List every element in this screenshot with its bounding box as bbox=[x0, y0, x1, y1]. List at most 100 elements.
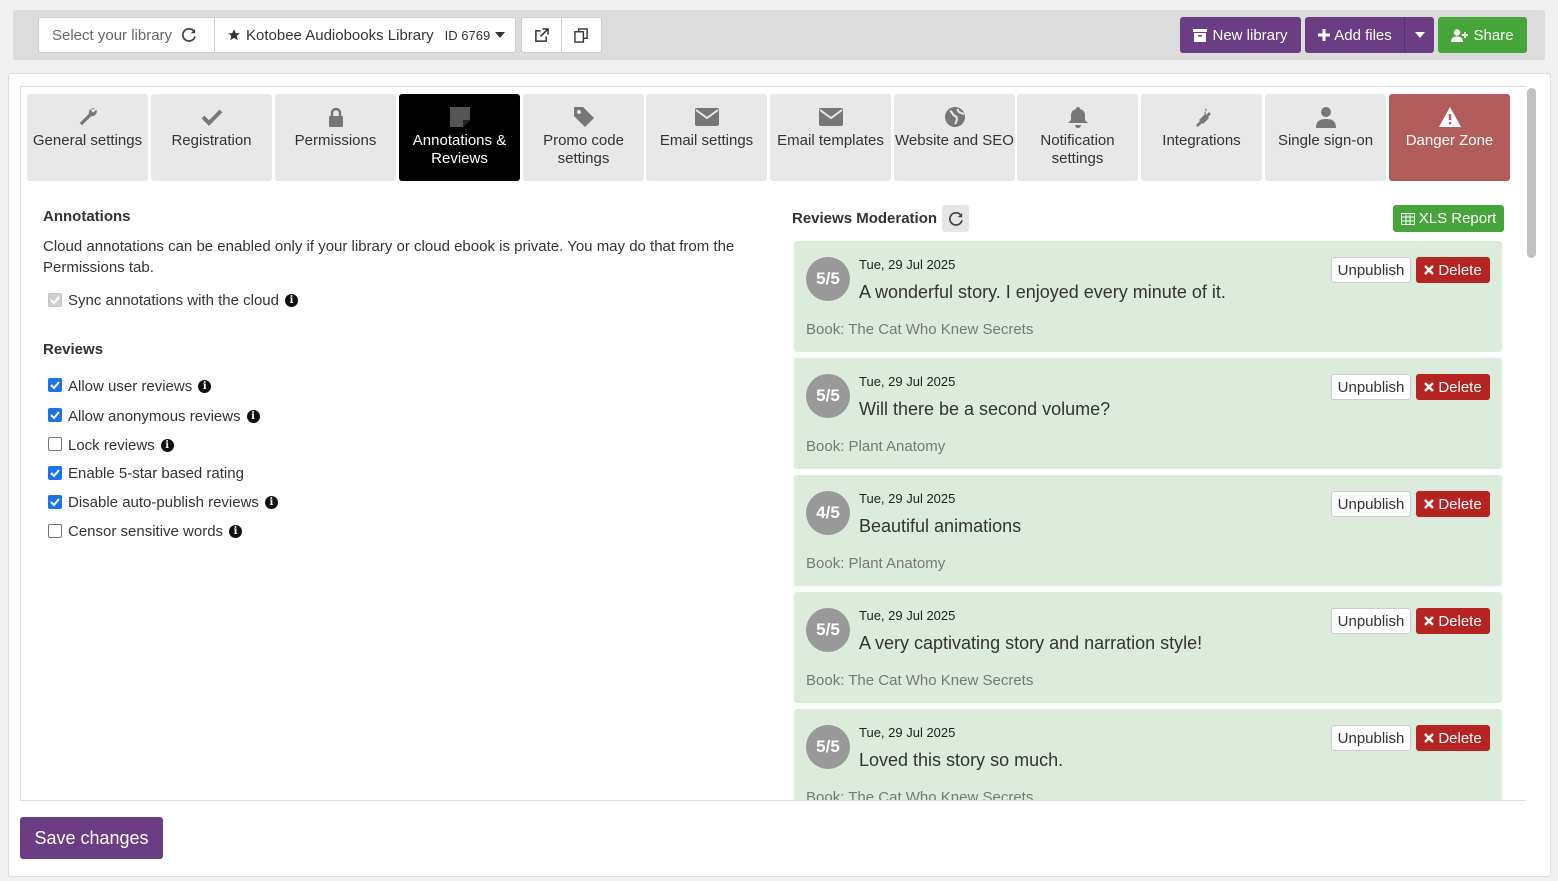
share-label: Share bbox=[1473, 26, 1514, 44]
delete-label: Delete bbox=[1438, 378, 1482, 396]
copy-link-button[interactable] bbox=[561, 17, 602, 53]
delete-button[interactable]: Delete bbox=[1416, 257, 1490, 283]
xls-report-label: XLS Report bbox=[1418, 210, 1497, 227]
allow-user-reviews-checkbox[interactable] bbox=[48, 378, 62, 392]
library-dropdown[interactable]: Kotobee Audiobooks Library ID 6769 bbox=[215, 18, 515, 52]
review-book: Book: The Cat Who Knew Secrets bbox=[806, 672, 1034, 689]
select-library-button[interactable]: Select your library bbox=[39, 18, 215, 52]
delete-label: Delete bbox=[1438, 612, 1482, 630]
info-icon[interactable]: i bbox=[229, 525, 243, 538]
delete-button[interactable]: Delete bbox=[1416, 608, 1490, 634]
tab-promo-code-settings[interactable]: Promo code settings bbox=[523, 94, 644, 181]
scrollbar-thumb[interactable] bbox=[1527, 88, 1536, 258]
refresh-reviews-button[interactable] bbox=[942, 205, 969, 232]
tab-email-templates[interactable]: Email templates bbox=[770, 94, 891, 181]
description-line: Permissions tab. bbox=[43, 259, 154, 276]
library-selector-group: Select your library Kotobee Audiobooks L… bbox=[38, 17, 516, 53]
tab-danger-zone[interactable]: Danger Zone bbox=[1389, 94, 1510, 181]
description-line: Cloud annotations can be enabled only if… bbox=[43, 238, 735, 255]
censor-sensitive-words-checkbox[interactable] bbox=[48, 524, 62, 538]
allow-anonymous-reviews-checkbox[interactable] bbox=[48, 408, 62, 422]
review-book: Book: The Cat Who Knew Secrets bbox=[806, 789, 1034, 800]
share-button[interactable]: Share bbox=[1438, 17, 1527, 53]
tab-label: Website and SEO bbox=[895, 132, 1014, 149]
review-rating: 5/5 bbox=[806, 608, 850, 652]
wrench-icon bbox=[77, 105, 99, 129]
annotations-heading: Annotations bbox=[43, 208, 131, 225]
unpublish-button[interactable]: Unpublish bbox=[1331, 257, 1411, 283]
review-rating: 5/5 bbox=[806, 257, 850, 301]
tab-annotations-reviews[interactable]: Annotations & Reviews bbox=[399, 94, 520, 181]
review-date: Tue, 29 Jul 2025 bbox=[859, 491, 956, 506]
delete-label: Delete bbox=[1438, 729, 1482, 747]
tab-email-settings[interactable]: Email settings bbox=[646, 94, 767, 181]
tab-label: Email settings bbox=[659, 132, 754, 149]
tab-label: Notification settings bbox=[1040, 132, 1115, 167]
info-icon[interactable]: i bbox=[160, 439, 174, 452]
x-icon bbox=[1424, 265, 1435, 275]
add-files-dropdown-button[interactable] bbox=[1404, 17, 1434, 53]
tab-registration[interactable]: Registration bbox=[151, 94, 272, 181]
select-library-label: Select your library bbox=[52, 26, 173, 44]
x-icon bbox=[1424, 499, 1435, 509]
tab-permissions[interactable]: Permissions bbox=[275, 94, 396, 181]
x-icon bbox=[1424, 382, 1435, 392]
tab-website-seo[interactable]: Website and SEO bbox=[894, 94, 1015, 181]
censor-sensitive-words-label: Censor sensitive words i bbox=[68, 523, 243, 540]
review-date: Tue, 29 Jul 2025 bbox=[859, 374, 956, 389]
delete-button[interactable]: Delete bbox=[1416, 491, 1490, 517]
xls-report-button[interactable]: XLS Report bbox=[1393, 205, 1504, 232]
star-icon bbox=[227, 28, 241, 42]
delete-button[interactable]: Delete bbox=[1416, 725, 1490, 751]
review-book: Book: The Cat Who Knew Secrets bbox=[806, 321, 1034, 338]
unpublish-button[interactable]: Unpublish bbox=[1331, 374, 1411, 400]
unpublish-button[interactable]: Unpublish bbox=[1331, 608, 1411, 634]
refresh-icon[interactable] bbox=[182, 28, 196, 42]
external-link-icon bbox=[534, 27, 549, 43]
bell-icon bbox=[1067, 105, 1089, 129]
option-text: Disable auto-publish reviews bbox=[68, 494, 259, 511]
info-icon[interactable]: i bbox=[264, 496, 278, 509]
review-book: Book: Plant Anatomy bbox=[806, 438, 946, 455]
tab-label: Single sign-on bbox=[1277, 132, 1374, 149]
new-library-button[interactable]: New library bbox=[1180, 17, 1301, 53]
tab-general-settings[interactable]: General settings bbox=[27, 94, 148, 181]
lock-reviews-checkbox[interactable] bbox=[48, 437, 62, 451]
info-icon[interactable]: i bbox=[284, 294, 298, 307]
option-text: Allow anonymous reviews bbox=[68, 408, 241, 425]
reviews-heading: Reviews bbox=[43, 341, 104, 358]
note-icon bbox=[449, 105, 470, 129]
review-card: 5/5 Tue, 29 Jul 2025 A wonderful story. … bbox=[794, 241, 1502, 352]
library-name: Kotobee Audiobooks Library bbox=[246, 26, 434, 44]
sync-annotations-label: Sync annotations with the cloud i bbox=[68, 292, 298, 309]
tab-integrations[interactable]: Integrations bbox=[1141, 94, 1262, 181]
lock-reviews-label: Lock reviews i bbox=[68, 437, 174, 454]
add-files-button[interactable]: Add files bbox=[1305, 17, 1405, 53]
option-text: Censor sensitive words bbox=[68, 523, 224, 540]
unpublish-button[interactable]: Unpublish bbox=[1331, 725, 1411, 751]
tab-label: Permissions bbox=[294, 132, 377, 149]
copy-icon bbox=[574, 27, 589, 43]
save-changes-button[interactable]: Save changes bbox=[20, 817, 163, 859]
review-rating: 4/5 bbox=[806, 491, 850, 535]
x-icon bbox=[1424, 616, 1435, 626]
unpublish-button[interactable]: Unpublish bbox=[1331, 491, 1411, 517]
enable-5-star-rating-checkbox[interactable] bbox=[48, 466, 62, 480]
sync-annotations-checkbox[interactable] bbox=[48, 293, 62, 307]
review-date: Tue, 29 Jul 2025 bbox=[859, 257, 956, 272]
option-text: Enable 5-star based rating bbox=[68, 465, 244, 482]
delete-label: Delete bbox=[1438, 495, 1482, 513]
tab-single-sign-on[interactable]: Single sign-on bbox=[1265, 94, 1386, 181]
delete-label: Delete bbox=[1438, 261, 1482, 279]
disable-auto-publish-checkbox[interactable] bbox=[48, 495, 62, 509]
review-text: A wonderful story. I enjoyed every minut… bbox=[859, 282, 1226, 302]
review-card: 5/5 Tue, 29 Jul 2025 A very captivating … bbox=[794, 592, 1502, 703]
info-icon[interactable]: i bbox=[246, 410, 260, 423]
tab-notification-settings[interactable]: Notification settings bbox=[1017, 94, 1138, 181]
library-id: ID 6769 bbox=[444, 27, 491, 43]
delete-button[interactable]: Delete bbox=[1416, 374, 1490, 400]
review-book: Book: Plant Anatomy bbox=[806, 555, 946, 572]
info-icon[interactable]: i bbox=[198, 380, 212, 393]
open-external-button[interactable] bbox=[521, 17, 562, 53]
globe-icon bbox=[944, 105, 966, 129]
